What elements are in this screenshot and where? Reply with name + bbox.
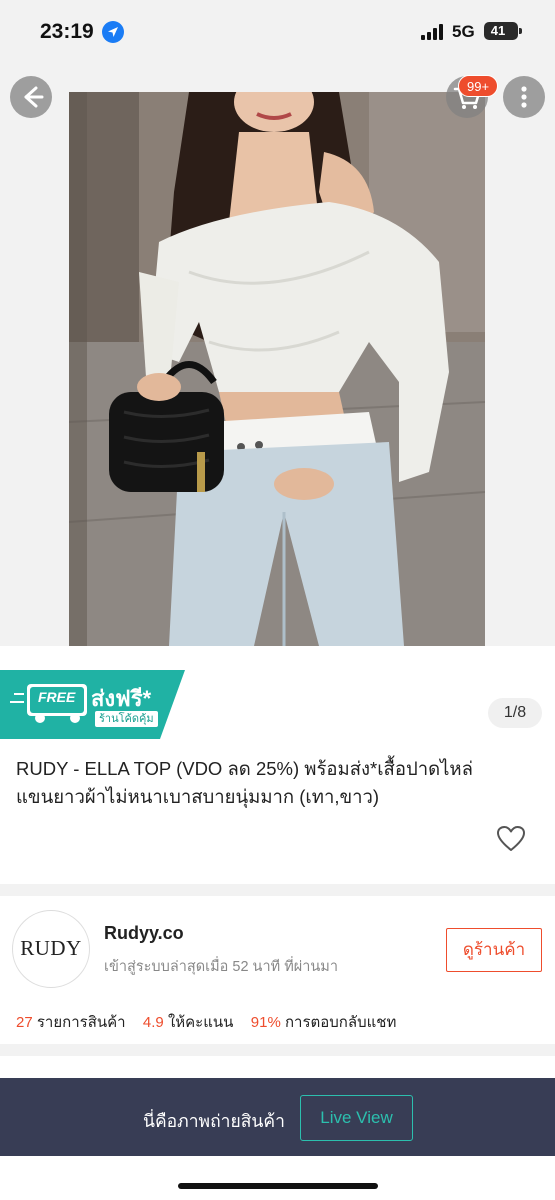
view-shop-button[interactable]: ดูร้านค้า — [446, 928, 542, 972]
stat-chat-label: การตอบกลับแชท — [284, 1014, 397, 1031]
stat-products-value: 27 — [16, 1014, 33, 1031]
stat-chat-value: 91% — [250, 1014, 281, 1031]
battery-icon: 41 — [484, 22, 522, 40]
shop-code-note: ร้านโค้ดคุ้ม — [95, 711, 158, 727]
more-vertical-icon — [521, 86, 527, 108]
product-title-line-1: RUDY - ELLA TOP (VDO ลด 25%) พร้อมส่ง*เส… — [16, 758, 473, 779]
back-arrow-icon — [24, 86, 44, 108]
shop-logo-text: RUDY — [20, 936, 82, 960]
cart-count-badge: 99+ — [458, 75, 499, 97]
back-button[interactable] — [10, 76, 52, 118]
free-label: FREE — [38, 689, 76, 705]
home-indicator[interactable] — [178, 1183, 378, 1189]
section-divider — [0, 1044, 555, 1056]
battery-level: 41 — [490, 23, 506, 38]
shop-stats: 27 รายการสินค้า 4.9 ให้คะแนน 91% การตอบก… — [16, 1010, 396, 1034]
product-title-line-2: แขนยาวผ้าไม่หนาเบาสบายนุ่มมาก (เทา,ขาว) — [16, 786, 380, 807]
product-title: RUDY - ELLA TOP (VDO ลด 25%) พร้อมส่ง*เส… — [16, 755, 546, 811]
section-divider — [0, 884, 555, 896]
stat-rating-label: ให้คะแนน — [167, 1014, 234, 1031]
product-photo[interactable] — [69, 92, 485, 646]
live-view-label: นี่คือภาพถ่ายสินค้า — [143, 1111, 285, 1131]
network-label: 5G — [452, 22, 475, 41]
live-view-button[interactable]: Live View — [300, 1095, 413, 1141]
status-time: 23:19 — [40, 20, 94, 43]
signal-bars-icon — [421, 24, 445, 40]
shop-logo[interactable]: RUDY — [12, 910, 90, 988]
more-options-button[interactable] — [503, 76, 545, 118]
status-bar: 23:19 5G 41 — [0, 0, 555, 64]
shop-name[interactable]: Rudyy.co — [104, 923, 184, 944]
location-arrow-icon — [102, 21, 124, 43]
favorite-heart-icon[interactable] — [496, 824, 526, 854]
stat-rating-value: 4.9 — [142, 1014, 164, 1031]
image-page-counter: 1/8 — [488, 698, 542, 728]
product-gallery[interactable]: 99+ — [0, 64, 555, 646]
shop-last-active: เข้าสู่ระบบล่าสุดเมื่อ 52 นาที ที่ผ่านมา — [104, 959, 338, 975]
stat-products-label: รายการสินค้า — [36, 1014, 126, 1031]
